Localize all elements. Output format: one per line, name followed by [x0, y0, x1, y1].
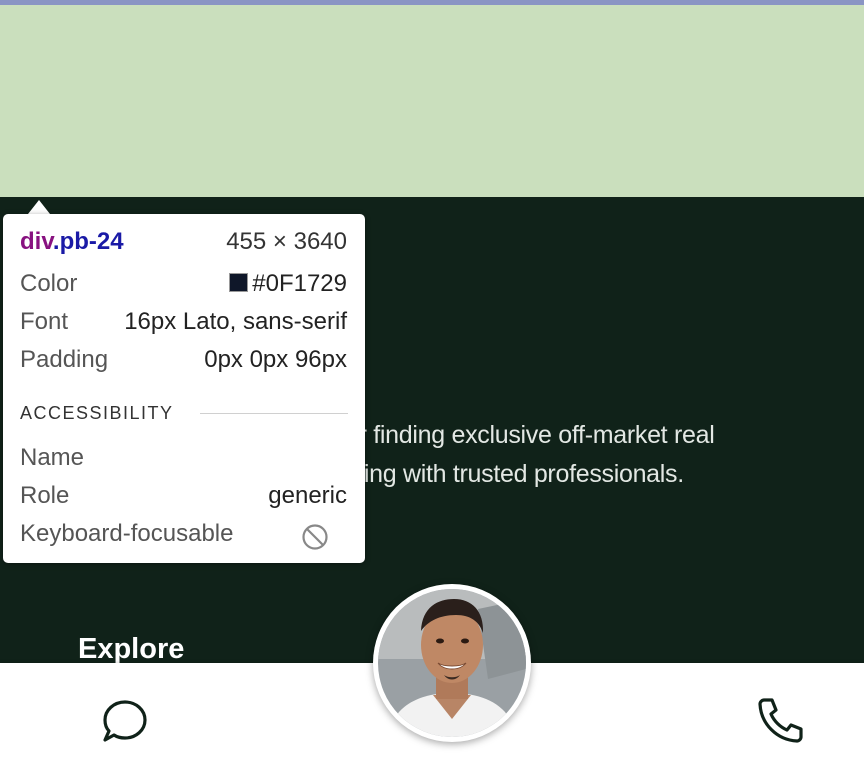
inspector-row-padding: Padding 0px 0px 96px [20, 346, 347, 373]
phone-button[interactable] [755, 696, 805, 744]
tooltip-arrow [28, 200, 50, 214]
chat-button[interactable] [100, 698, 150, 744]
inspector-row-color: Color #0F1729 [20, 270, 347, 297]
hero-green-band [0, 5, 864, 197]
agent-avatar-photo [378, 589, 526, 737]
accessibility-header: ACCESSIBILITY [20, 403, 174, 423]
inspector-row-font: Font 16px Lato, sans-serif [20, 308, 347, 335]
inspector-row-role: Role generic [20, 482, 347, 509]
inspector-row-keyboard-focusable: Keyboard-focusable [20, 519, 347, 550]
element-inspector-tooltip: div.pb-24 455 × 3640 Color #0F1729 Font … [3, 214, 365, 563]
element-size: 455 × 3640 [226, 228, 347, 255]
phone-icon [758, 698, 803, 743]
agent-avatar-button[interactable] [373, 584, 531, 742]
element-selector: div.pb-24 [20, 228, 124, 255]
chat-bubble-icon [103, 700, 147, 742]
inspector-row-name: Name [20, 444, 85, 471]
explore-heading: Explore [78, 633, 185, 665]
footer-description: or finding exclusive off-market real cti… [345, 421, 715, 488]
not-allowed-icon [301, 523, 329, 559]
divider [200, 413, 348, 414]
color-swatch [229, 273, 249, 292]
